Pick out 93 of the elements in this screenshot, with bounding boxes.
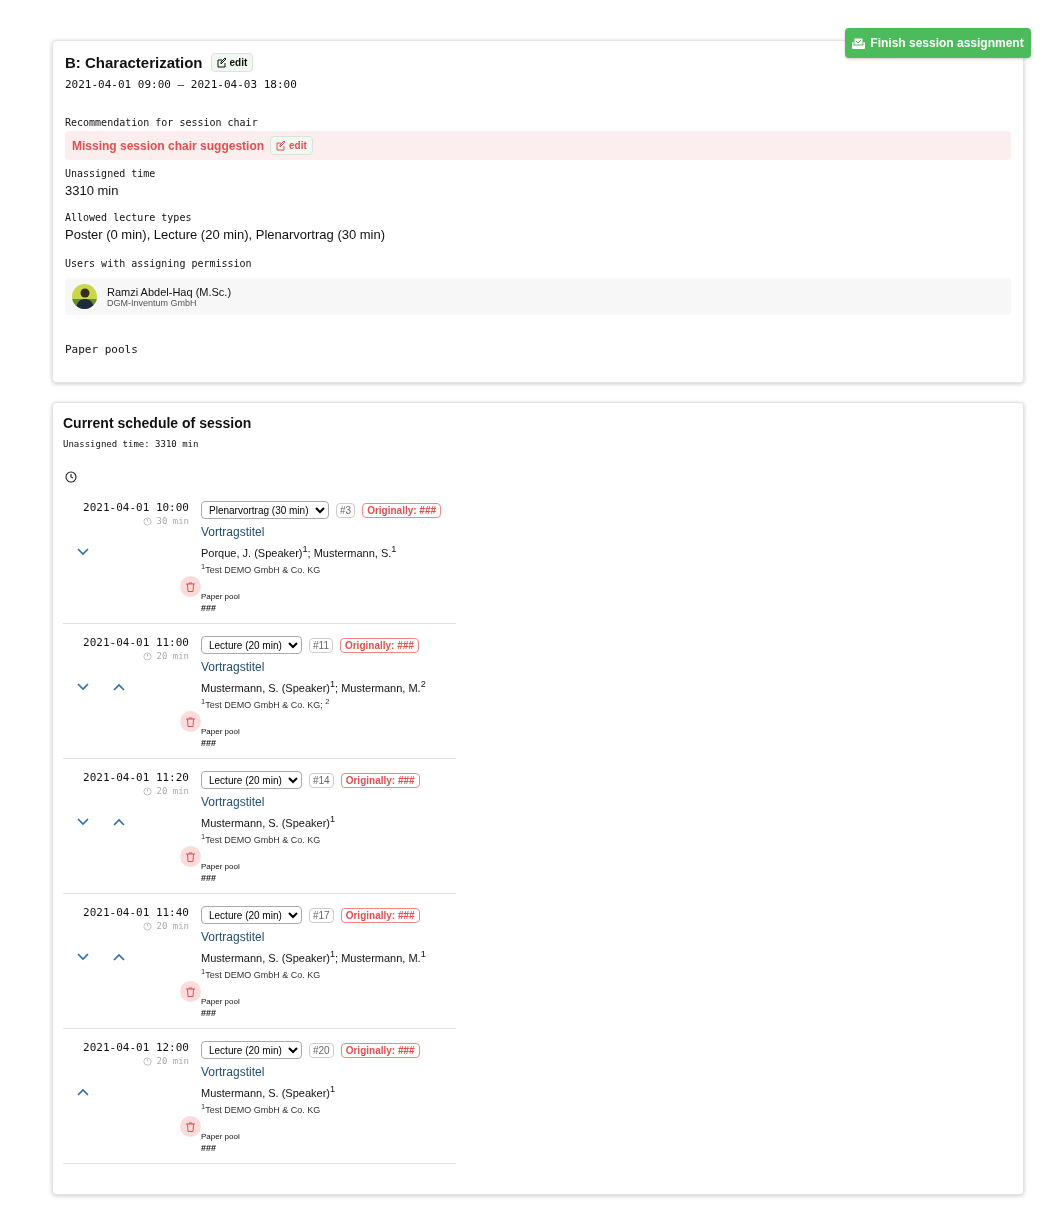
slot-duration: 20 min bbox=[156, 786, 189, 796]
delete-button[interactable] bbox=[180, 576, 201, 597]
lecture-authors: Mustermann, S. (Speaker)$^{1}$; Mustermann, M.$^{2}$ bbox=[201, 679, 427, 694]
lecture-title: Vortragstitel bbox=[201, 660, 266, 674]
timer-icon bbox=[143, 516, 153, 526]
trash-icon bbox=[186, 851, 195, 862]
schedule-title: Current schedule of session bbox=[63, 415, 253, 431]
edit-icon bbox=[216, 57, 227, 68]
lecture-types-value: Poster (0 min), Lecture (20 min), Plenarvortrag (30 min) bbox=[65, 227, 387, 242]
clock-icon bbox=[65, 471, 77, 483]
timer-icon bbox=[143, 651, 153, 661]
unassigned-time-value: 3310 min bbox=[65, 183, 120, 198]
lecture-affiliations: $^{1}$Test DEMO GmbH & Co. KG bbox=[201, 561, 322, 575]
session-time-range: 2021-04-01 09:00 – 2021-04-03 18:00 bbox=[65, 78, 298, 91]
paper-pool-label: Paper pool bbox=[201, 861, 241, 871]
lecture-title: Vortragstitel bbox=[201, 1065, 266, 1079]
paper-pool-label: Paper pool bbox=[201, 1131, 241, 1141]
slot-start-time: 2021-04-01 11:00 bbox=[83, 636, 189, 649]
trash-icon bbox=[186, 1121, 195, 1132]
edit-icon bbox=[276, 140, 287, 151]
lecture-title: Vortragstitel bbox=[201, 525, 266, 539]
alert-text: Missing session chair suggestion bbox=[72, 138, 265, 153]
paper-pool-label: Paper pool bbox=[201, 591, 241, 601]
delete-button[interactable] bbox=[180, 846, 201, 867]
timer-icon bbox=[143, 1056, 153, 1066]
chevron-up-icon bbox=[113, 818, 125, 826]
lecture-authors: Porque, J. (Speaker)$^{1}$; Mustermann, S.$^{1}$ bbox=[201, 544, 398, 559]
slot-start-time: 2021-04-01 10:00 bbox=[83, 501, 189, 514]
lecture-authors: Mustermann, S. (Speaker)$^{1}$ bbox=[201, 814, 337, 829]
lecture-type-select[interactable]: Lecture (20 min) bbox=[201, 1041, 302, 1059]
unassigned-time-text: Unassigned time: 3310 min bbox=[63, 439, 200, 449]
timer-icon bbox=[143, 921, 153, 931]
section-label: Recommendation for session chair bbox=[65, 117, 259, 128]
lecture-number: #17 bbox=[309, 907, 334, 923]
lecture-title: Vortragstitel bbox=[201, 795, 266, 809]
slot-duration: 20 min bbox=[156, 651, 189, 661]
lecture-affiliations: $^{1}$Test DEMO GmbH & Co. KG bbox=[201, 831, 322, 845]
chevron-up-icon bbox=[113, 953, 125, 961]
slot-duration: 30 min bbox=[156, 516, 189, 526]
inbox-check-icon bbox=[852, 37, 866, 49]
chevron-up-icon bbox=[113, 683, 125, 691]
delete-button[interactable] bbox=[180, 711, 201, 732]
slot-duration: 20 min bbox=[156, 1056, 189, 1066]
section-label: Unassigned time bbox=[65, 168, 157, 179]
chevron-down-icon bbox=[77, 953, 89, 961]
trash-icon bbox=[186, 581, 195, 592]
edit-button[interactable]: edit bbox=[270, 136, 313, 155]
section-label: Users with assigning permission bbox=[65, 258, 253, 269]
lecture-type-select[interactable]: Lecture (20 min) bbox=[201, 771, 302, 789]
original-slot-badge: Originally: ### bbox=[340, 1042, 420, 1058]
slot-start-time: 2021-04-01 11:40 bbox=[83, 906, 189, 919]
lecture-title: Vortragstitel bbox=[201, 930, 266, 944]
section-label: Paper pools bbox=[65, 343, 139, 356]
paper-pool-label: Paper pool bbox=[201, 996, 241, 1006]
lecture-authors: Mustermann, S. (Speaker)$^{1}$ bbox=[201, 1084, 337, 1099]
paper-pool-label: Paper pool bbox=[201, 726, 241, 736]
original-slot-badge: Originally: ### bbox=[340, 772, 420, 788]
user-organization: DGM-Inventum GmbH bbox=[107, 297, 197, 308]
lecture-type-select[interactable]: Lecture (20 min) bbox=[201, 906, 302, 924]
original-slot-badge: Originally: ### bbox=[340, 907, 420, 923]
trash-icon bbox=[186, 716, 195, 727]
lecture-affiliations: $^{1}$Test DEMO GmbH & Co. KG bbox=[201, 966, 322, 980]
lecture-number: #20 bbox=[309, 1042, 334, 1058]
paper-pool-value: ### bbox=[201, 1142, 218, 1153]
session-title: B: Characterization bbox=[65, 54, 203, 71]
paper-pool-value: ### bbox=[201, 1007, 218, 1018]
lecture-authors: Mustermann, S. (Speaker)$^{1}$; Mustermann, M.$^{1}$ bbox=[201, 949, 427, 964]
lecture-affiliations: $^{1}$Test DEMO GmbH & Co. KG; $^{2}$ bbox=[201, 696, 331, 710]
chevron-down-icon bbox=[77, 548, 89, 556]
trash-icon bbox=[186, 986, 195, 997]
lecture-type-select[interactable]: Lecture (20 min) bbox=[201, 636, 302, 654]
lecture-number: #3 bbox=[336, 502, 356, 518]
chevron-up-icon bbox=[77, 1088, 89, 1096]
slot-start-time: 2021-04-01 11:20 bbox=[83, 771, 189, 784]
original-slot-badge: Originally: ### bbox=[339, 637, 419, 653]
user-name: Ramzi Abdel-Haq (M.Sc.) bbox=[107, 285, 232, 298]
delete-button[interactable] bbox=[180, 1116, 201, 1137]
chevron-down-icon bbox=[77, 818, 89, 826]
delete-button[interactable] bbox=[180, 981, 201, 1002]
paper-pool-value: ### bbox=[201, 872, 218, 883]
lecture-number: #14 bbox=[309, 772, 334, 788]
section-label: Allowed lecture types bbox=[65, 212, 193, 223]
lecture-number: #11 bbox=[309, 637, 333, 653]
chevron-down-icon bbox=[77, 683, 89, 691]
lecture-type-select[interactable]: Plenarvortrag (30 min) bbox=[201, 501, 329, 519]
lecture-affiliations: $^{1}$Test DEMO GmbH & Co. KG bbox=[201, 1101, 322, 1115]
edit-button[interactable]: edit bbox=[210, 53, 254, 72]
timer-icon bbox=[143, 786, 153, 796]
original-slot-badge: Originally: ### bbox=[362, 502, 442, 518]
slot-duration: 20 min bbox=[156, 921, 189, 931]
slot-start-time: 2021-04-01 12:00 bbox=[83, 1041, 189, 1054]
paper-pool-value: ### bbox=[201, 602, 218, 613]
paper-pool-value: ### bbox=[201, 737, 218, 748]
